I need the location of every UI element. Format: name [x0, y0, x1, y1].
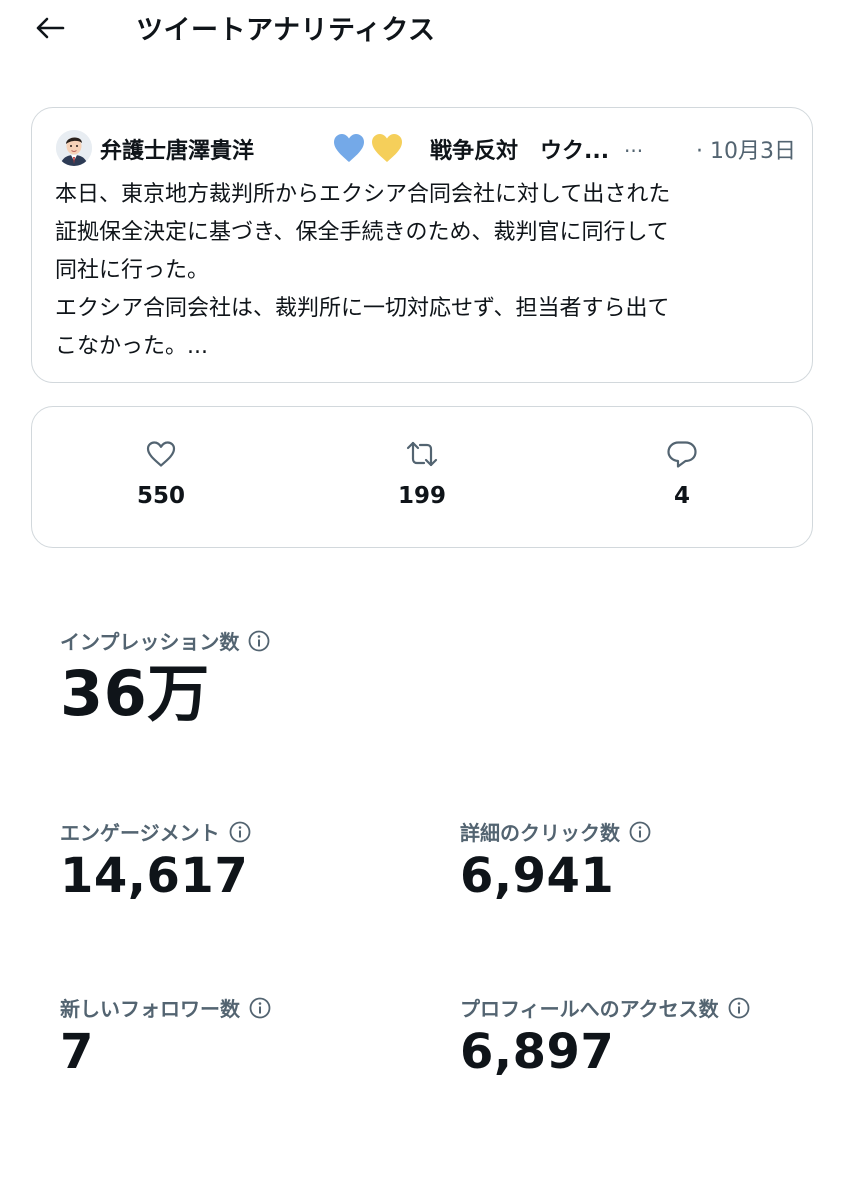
likes-count: 550 [136, 483, 185, 509]
detail-clicks-label: 詳細のクリック数 [460, 821, 620, 845]
detail-clicks-value: 6,941 [460, 848, 615, 904]
truncation-ellipsis: ... [624, 133, 644, 157]
engagements-value: 14,617 [60, 848, 249, 904]
tweet-card[interactable]: 弁護士唐澤貴洋 戦争反対 ウク... ... · 10月3日 本日、東京地方裁判… [31, 107, 813, 383]
tweet-text-line: 証拠保全決定に基づき、保全手続きのため、裁判官に同行して [55, 220, 669, 245]
author-name[interactable]: 弁護士唐澤貴洋 [100, 133, 254, 165]
tweet-text-line: こなかった。... [55, 334, 208, 359]
author-name-slogan: 戦争反対 ウク... [430, 139, 610, 164]
retweets-count: 199 [397, 483, 446, 509]
info-icon[interactable] [249, 997, 271, 1019]
yellow-heart-icon [372, 134, 402, 162]
detail-clicks-metric: 詳細のクリック数 6,941 [460, 817, 651, 904]
tweet-text-line: 同社に行った。 [55, 258, 210, 283]
info-icon[interactable] [629, 821, 651, 843]
detail-clicks-label-row: 詳細のクリック数 [460, 817, 651, 846]
retweet-icon [406, 441, 438, 467]
profile-visits-label: プロフィールへのアクセス数 [460, 997, 719, 1021]
profile-visits-metric: プロフィールへのアクセス数 6,897 [460, 993, 750, 1080]
impressions-label-row: インプレッション数 [60, 626, 270, 655]
back-button[interactable] [30, 10, 70, 46]
heart-emojis [332, 132, 404, 164]
tweet-date[interactable]: · 10月3日 [696, 133, 796, 165]
avatar[interactable] [56, 130, 92, 166]
info-icon[interactable] [728, 997, 750, 1019]
new-followers-label: 新しいフォロワー数 [60, 997, 240, 1021]
blue-heart-icon [334, 134, 364, 162]
likes-stat[interactable]: 550 [101, 437, 221, 509]
tweet-text: 本日、東京地方裁判所からエクシア合同会社に対して出された 証拠保全決定に基づき、… [55, 176, 795, 366]
info-icon[interactable] [248, 630, 270, 652]
engagements-label-row: エンゲージメント [60, 817, 251, 846]
new-followers-metric: 新しいフォロワー数 7 [60, 993, 271, 1080]
reply-bubble-icon [667, 441, 697, 468]
heart-outline-icon [146, 441, 176, 467]
profile-visits-value: 6,897 [460, 1024, 615, 1080]
impressions-value: 36万 [60, 657, 210, 730]
replies-count: 4 [673, 483, 690, 509]
arrow-left-icon [36, 17, 65, 39]
info-icon[interactable] [229, 821, 251, 843]
new-followers-value: 7 [60, 1024, 94, 1080]
profile-visits-label-row: プロフィールへのアクセス数 [460, 993, 750, 1022]
replies-stat[interactable]: 4 [622, 437, 742, 509]
impressions-label: インプレッション数 [60, 630, 240, 654]
engagement-summary-card: 550 199 4 [31, 406, 813, 548]
top-app-bar: ツイートアナリティクス [0, 0, 844, 56]
engagements-label: エンゲージメント [60, 821, 220, 845]
page-title: ツイートアナリティクス [136, 15, 436, 46]
engagements-metric: エンゲージメント 14,617 [60, 817, 251, 904]
retweets-stat[interactable]: 199 [362, 437, 482, 509]
tweet-text-line: エクシア合同会社は、裁判所に一切対応せず、担当者すら出て [55, 296, 670, 321]
tweet-header: 弁護士唐澤貴洋 戦争反対 ウク... ... · 10月3日 [56, 130, 796, 170]
new-followers-label-row: 新しいフォロワー数 [60, 993, 271, 1022]
tweet-text-line: 本日、東京地方裁判所からエクシア合同会社に対して出された [55, 182, 671, 207]
impressions-metric: インプレッション数 36万 [60, 626, 270, 729]
